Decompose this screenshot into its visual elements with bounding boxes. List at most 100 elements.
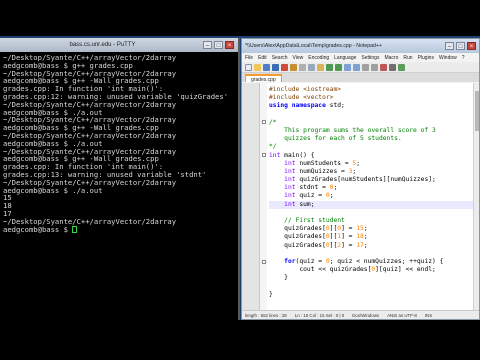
code-line[interactable]: int sum; [269,200,474,209]
new-file-icon[interactable] [245,63,252,71]
putty-window[interactable]: bass.cs.unr.edu - PuTTY – □ × ~/Desktop/… [0,38,240,320]
redo-icon[interactable] [335,63,342,71]
menu-item[interactable]: Edit [258,55,267,61]
code-line[interactable]: quizGrades[0][0] = 15; [269,225,474,233]
code-token: quiz = [295,192,326,200]
code-line[interactable]: int main() { [269,152,474,160]
close-file-icon[interactable] [281,63,288,71]
code-line[interactable]: int quizGrades[numStudents][numQuizzes]; [269,176,474,184]
menu-item[interactable]: Settings [361,55,379,61]
code-token: main() { [280,151,315,159]
code-line[interactable] [269,250,474,258]
fold-toggle-icon[interactable] [262,120,266,124]
code-line[interactable]: } [269,274,474,282]
code-token: 18 [356,233,364,241]
code-line[interactable] [269,209,474,217]
code-token: ] = [341,225,357,233]
code-line[interactable]: for(quiz = 0; quiz < numQuizzes; ++quiz)… [269,258,474,266]
code-line[interactable]: int stdnt = 0; [269,184,474,192]
code-token: cout << quizGrades[ [269,266,372,274]
code-token: int [284,184,296,192]
code-line[interactable]: quizzes for each of 5 students. [269,135,474,143]
terminal-line: 18 [3,201,12,211]
menu-item[interactable]: Search [272,55,288,61]
stop-macro-icon[interactable] [389,63,396,71]
code-line[interactable]: using namespace std; [269,102,474,110]
code-line[interactable] [269,283,474,291]
menu-item[interactable]: Macro [384,55,398,61]
menu-item[interactable]: Plugins [418,55,434,61]
tab-grades-cpp[interactable]: grades.cpp [245,74,282,83]
minimize-icon[interactable]: – [445,42,454,50]
paste-icon[interactable] [317,63,324,71]
save-icon[interactable] [263,63,270,71]
zoom-in-icon[interactable] [362,63,369,71]
tab-bar: grades.cpp [242,73,479,83]
code-line[interactable]: int numQuizzes = 3; [269,168,474,176]
undo-icon[interactable] [326,63,333,71]
menu-item[interactable]: Window [439,55,457,61]
replace-icon[interactable] [353,63,360,71]
cut-icon[interactable] [299,63,306,71]
menu-item[interactable]: ? [462,55,465,61]
code-line[interactable]: int quiz = 0; [269,192,474,200]
code-line[interactable]: quizGrades[0][1] = 18; [269,233,474,241]
fold-toggle-icon[interactable] [262,153,266,157]
npp-titlebar[interactable]: *\\Users\Alex\AppData\Local\Temp\grades.… [242,39,479,53]
code-editor[interactable]: #include <iostream> #include <vector> usin… [242,83,479,310]
maximize-icon[interactable]: □ [456,42,465,50]
terminal-line: aedgcomb@bass $ ./a.out [3,185,103,195]
code-token: std; [325,102,345,110]
code-line[interactable]: cout << quizGrades[0][quiz] << endl; [269,266,474,274]
find-icon[interactable] [344,63,351,71]
vertical-scrollbar[interactable] [473,83,479,310]
code-line[interactable]: This program sums the overall score of 3 [269,127,474,135]
menu-item[interactable]: File [245,55,253,61]
putty-titlebar[interactable]: bass.cs.unr.edu - PuTTY – □ × [0,38,238,52]
fold-toggle-icon[interactable] [262,260,266,264]
code-token: ; [352,167,357,175]
menu-item[interactable]: Run [403,55,412,61]
code-line[interactable]: /* [269,119,474,127]
save-all-icon[interactable] [272,63,279,71]
notepadpp-window[interactable]: *\\Users\Alex\AppData\Local\Temp\grades.… [241,38,480,320]
record-macro-icon[interactable] [380,63,387,71]
menu-item[interactable]: View [293,55,304,61]
code-token: ] = [341,233,357,241]
menu-item[interactable]: Language [334,55,356,61]
code-line[interactable]: #include <iostream> [269,86,474,94]
print-icon[interactable] [290,63,297,71]
code-token: #include <vector> [269,94,334,102]
close-icon[interactable]: × [467,42,476,50]
code-line[interactable]: int numStudents = 5; [269,160,474,168]
scrollbar-thumb[interactable] [475,91,479,131]
code-token: } [269,290,273,298]
code-token: int [284,192,296,200]
code-line[interactable]: } [269,291,474,299]
zoom-out-icon[interactable] [371,63,378,71]
code-line[interactable]: quizGrades[0][2] = 17; [269,242,474,250]
maximize-icon[interactable]: □ [214,41,223,49]
code-line[interactable] [269,111,474,119]
code-token: quizGrades[ [269,233,326,241]
terminal-line: aedgcomb@bass $ [3,225,235,234]
code-token: /* [269,118,277,126]
open-folder-icon[interactable] [254,63,261,71]
code-token: stdnt = [295,184,330,192]
terminal-output[interactable]: ~/Desktop/Syante/C++/arrayVector/2darray… [0,52,238,235]
terminal-line: 15 [3,193,12,203]
close-icon[interactable]: × [225,41,234,49]
code-line[interactable]: */ [269,143,474,151]
minimize-icon[interactable]: – [203,41,212,49]
menu-item[interactable]: Encoding [308,55,329,61]
code-text[interactable]: #include <iostream> #include <vector> usin… [269,86,474,299]
status-field: length : 562 lines : 28 [245,312,287,318]
copy-icon[interactable] [308,63,315,71]
play-macro-icon[interactable] [398,63,405,71]
code-token: int [284,176,296,184]
code-line[interactable]: // First student [269,217,474,225]
